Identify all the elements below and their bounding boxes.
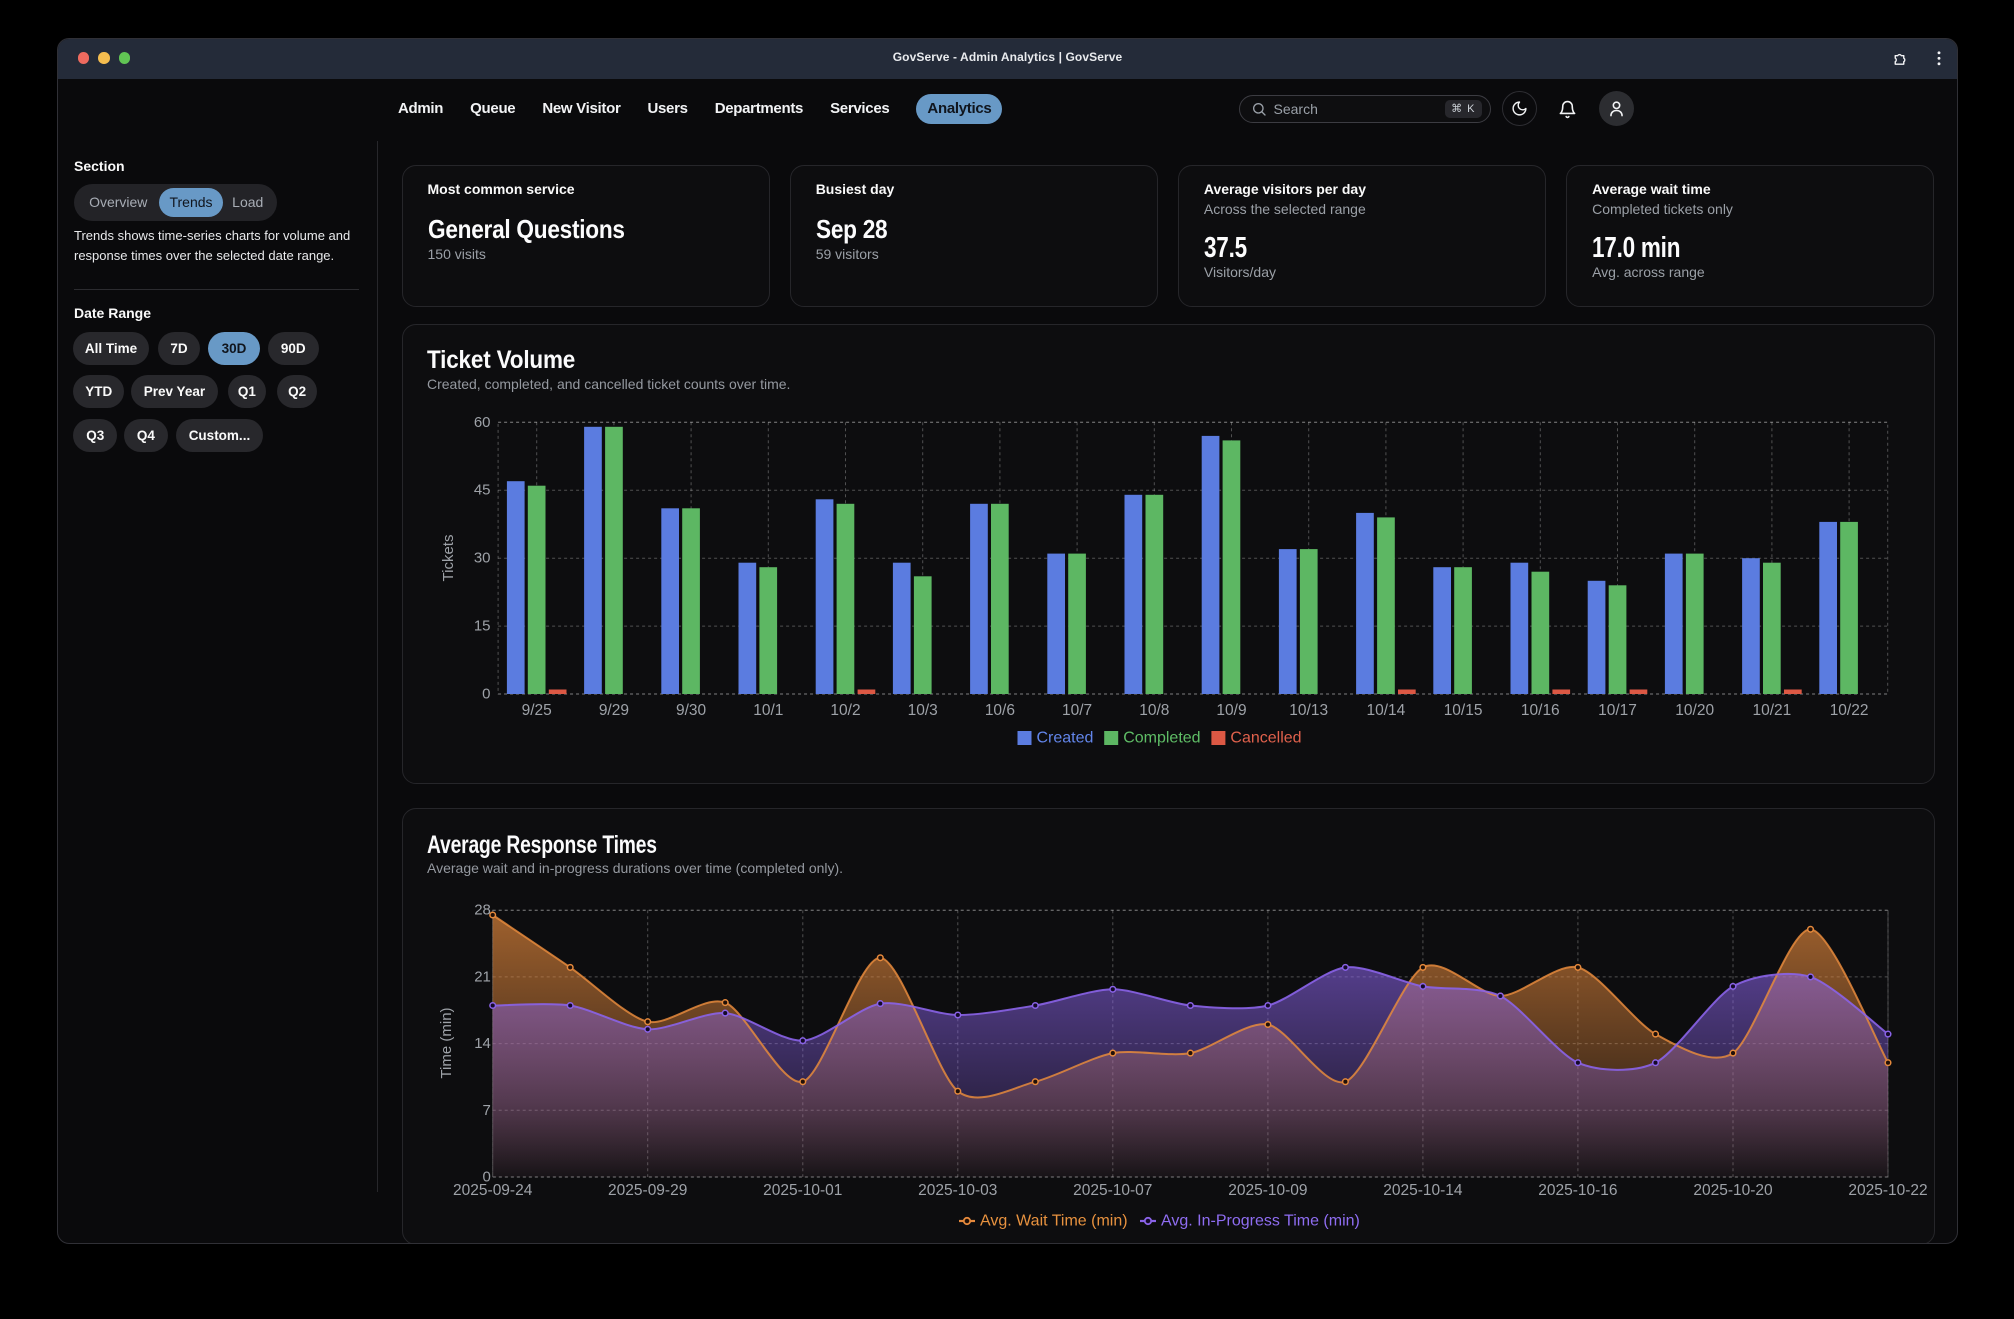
svg-text:45: 45 [473,482,490,499]
svg-text:15: 15 [473,618,490,635]
svg-text:10/6: 10/6 [984,702,1014,719]
svg-text:2025-10-16: 2025-10-16 [1538,1182,1617,1199]
svg-text:2025-10-01: 2025-10-01 [763,1182,842,1199]
svg-text:2025-10-14: 2025-10-14 [1383,1182,1463,1199]
svg-text:Avg. Wait Time (min): Avg. Wait Time (min) [980,1212,1128,1229]
svg-text:14: 14 [474,1035,491,1052]
svg-text:7: 7 [482,1101,490,1118]
svg-text:28: 28 [474,901,491,918]
svg-text:10/1: 10/1 [753,702,783,719]
svg-text:9/29: 9/29 [598,702,628,719]
svg-text:2025-10-07: 2025-10-07 [1073,1182,1152,1199]
svg-text:10/3: 10/3 [907,702,937,719]
svg-text:9/25: 9/25 [521,702,551,719]
svg-text:Tickets: Tickets [440,535,457,582]
svg-text:10/13: 10/13 [1289,702,1328,719]
svg-text:2025-10-22: 2025-10-22 [1848,1182,1927,1199]
svg-text:10/22: 10/22 [1829,702,1868,719]
svg-text:10/15: 10/15 [1443,702,1482,719]
svg-text:10/14: 10/14 [1366,702,1405,719]
svg-text:2025-10-03: 2025-10-03 [918,1182,997,1199]
svg-text:30: 30 [473,550,490,567]
svg-text:10/21: 10/21 [1752,702,1791,719]
svg-text:10/9: 10/9 [1216,702,1246,719]
svg-text:21: 21 [474,968,491,985]
svg-text:Avg. In-Progress Time (min): Avg. In-Progress Time (min) [1161,1212,1360,1229]
svg-text:10/7: 10/7 [1062,702,1092,719]
svg-text:2025-09-24: 2025-09-24 [453,1182,533,1199]
svg-text:10/2: 10/2 [830,702,860,719]
svg-text:10/17: 10/17 [1598,702,1637,719]
svg-text:2025-10-20: 2025-10-20 [1693,1182,1773,1199]
svg-text:60: 60 [473,414,490,431]
svg-text:10/8: 10/8 [1139,702,1169,719]
svg-text:10/20: 10/20 [1675,702,1714,719]
svg-text:0: 0 [482,686,490,703]
svg-text:Cancelled: Cancelled [1230,730,1301,747]
svg-text:Created: Created [1036,730,1093,747]
svg-text:9/30: 9/30 [676,702,707,719]
svg-text:2025-10-09: 2025-10-09 [1228,1182,1307,1199]
svg-text:2025-09-29: 2025-09-29 [608,1182,687,1199]
svg-text:Completed: Completed [1123,730,1200,747]
svg-text:10/16: 10/16 [1520,702,1559,719]
svg-text:Time (min): Time (min) [438,1007,455,1078]
